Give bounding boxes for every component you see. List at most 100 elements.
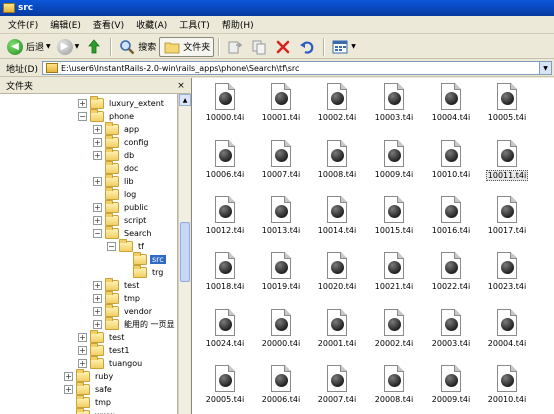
file-item[interactable]: 10000.t4i [197,83,253,131]
expand-icon[interactable]: + [93,125,102,134]
collapse-icon[interactable]: − [93,229,102,238]
file-item[interactable]: 10019.t4i [253,252,309,300]
search-button[interactable]: 搜索 [115,37,159,57]
tree-item[interactable]: + safe [64,382,114,396]
file-item[interactable]: 10012.t4i [197,196,253,244]
file-item[interactable]: 10006.t4i [197,140,253,188]
title-bar[interactable]: src [0,0,554,16]
file-item[interactable]: 20006.t4i [253,365,309,413]
close-icon[interactable]: × [176,81,186,91]
tree-item[interactable]: + lib [93,174,136,188]
file-item[interactable]: 10002.t4i [309,83,365,131]
tree-item[interactable]: + public [93,200,150,214]
up-button[interactable] [82,37,106,57]
file-item[interactable]: 10024.t4i [197,309,253,357]
menu-view[interactable]: 查看(V) [87,18,130,31]
file-item[interactable]: 20008.t4i [366,365,422,413]
expand-icon[interactable]: + [93,177,102,186]
chevron-down-icon[interactable]: ▼ [539,62,551,74]
menu-favorites[interactable]: 收藏(A) [130,18,173,31]
file-item[interactable]: 10011.t4i [479,140,535,188]
tree-item[interactable]: www [64,408,117,414]
file-item[interactable]: 10004.t4i [423,83,479,131]
file-item[interactable]: 20004.t4i [479,309,535,357]
expand-icon[interactable]: + [78,333,87,342]
menu-help[interactable]: 帮助(H) [216,18,260,31]
tree-item[interactable]: + ruby [64,369,115,383]
address-path[interactable]: E:\user6\InstantRails-2.0-win\rails_apps… [61,64,539,73]
expand-icon[interactable]: + [93,281,102,290]
file-item[interactable]: 10015.t4i [366,196,422,244]
file-item[interactable]: 20010.t4i [479,365,535,413]
tree-item[interactable]: doc [93,161,140,175]
file-item[interactable]: 10005.t4i [479,83,535,131]
scrollbar-thumb[interactable] [180,222,190,282]
file-item[interactable]: 10007.t4i [253,140,309,188]
tree-scrollbar[interactable]: ▲ [178,94,191,414]
tree-item[interactable]: + tuangou [78,356,144,370]
menu-tools[interactable]: 工具(T) [173,18,216,31]
expand-icon[interactable]: + [93,151,102,160]
tree-item[interactable]: + test [93,278,141,292]
views-button[interactable]: ▼ [328,37,359,57]
collapse-icon[interactable]: − [107,242,116,251]
expand-icon[interactable]: + [64,385,73,394]
file-item[interactable]: 10018.t4i [197,252,253,300]
address-input[interactable]: E:\user6\InstantRails-2.0-win\rails_apps… [41,61,552,75]
file-item[interactable]: 10020.t4i [309,252,365,300]
file-item[interactable]: 10008.t4i [309,140,365,188]
file-item[interactable]: 10010.t4i [423,140,479,188]
tree-item[interactable]: + test1 [78,343,131,357]
collapse-icon[interactable]: − [78,112,87,121]
tree-item[interactable]: + vendor [93,304,154,318]
expand-icon[interactable]: + [78,346,87,355]
file-item[interactable]: 20001.t4i [309,309,365,357]
file-item[interactable]: 10017.t4i [479,196,535,244]
tree-item[interactable]: + config [93,135,150,149]
menu-edit[interactable]: 编辑(E) [44,18,87,31]
folders-button[interactable]: 文件夹 [159,36,215,57]
file-item[interactable]: 20002.t4i [366,309,422,357]
forward-button[interactable]: ▶ ▼ [54,37,83,57]
undo-button[interactable] [295,37,319,57]
scroll-up-arrow-icon[interactable]: ▲ [179,94,191,106]
file-item[interactable]: 10022.t4i [423,252,479,300]
file-list[interactable]: 10000.t4i 10001.t4i 10002.t4i 10003.t4i 1000… [191,78,554,414]
expand-icon[interactable]: + [93,320,102,329]
folder-tree[interactable]: + luxury_extent − phone + app + config + db doc + li… [0,94,178,414]
file-item[interactable]: 10009.t4i [366,140,422,188]
file-item[interactable]: 10023.t4i [479,252,535,300]
delete-button[interactable] [271,37,295,57]
menu-file[interactable]: 文件(F) [2,18,44,31]
expand-icon[interactable]: + [93,138,102,147]
expand-icon[interactable]: + [93,203,102,212]
expand-icon[interactable]: + [93,307,102,316]
tree-item[interactable]: + test [78,330,126,344]
file-item[interactable]: 20003.t4i [423,309,479,357]
file-item[interactable]: 20000.t4i [253,309,309,357]
expand-icon[interactable]: + [78,359,87,368]
file-item[interactable]: 20009.t4i [423,365,479,413]
tree-item[interactable]: + app [93,122,141,136]
move-to-button[interactable] [223,37,247,57]
back-button[interactable]: ◀ 后退 ▼ [4,37,54,57]
tree-item[interactable]: src [121,252,166,266]
expand-icon[interactable]: + [93,294,102,303]
file-item[interactable]: 20005.t4i [197,365,253,413]
expand-icon[interactable]: + [93,216,102,225]
file-item[interactable]: 10013.t4i [253,196,309,244]
tree-item[interactable]: trg [121,265,165,279]
expand-icon[interactable]: + [64,372,73,381]
tree-item[interactable]: tmp [64,395,113,409]
file-item[interactable]: 10003.t4i [366,83,422,131]
expand-icon[interactable]: + [78,99,87,108]
file-item[interactable]: 20007.t4i [309,365,365,413]
file-item[interactable]: 10016.t4i [423,196,479,244]
copy-to-button[interactable] [247,37,271,57]
tree-item[interactable]: + db [93,148,136,162]
file-item[interactable]: 10021.t4i [366,252,422,300]
file-item[interactable]: 10014.t4i [309,196,365,244]
tree-item[interactable]: + script [93,213,148,227]
tree-item[interactable]: log [93,187,138,201]
file-item[interactable]: 10001.t4i [253,83,309,131]
